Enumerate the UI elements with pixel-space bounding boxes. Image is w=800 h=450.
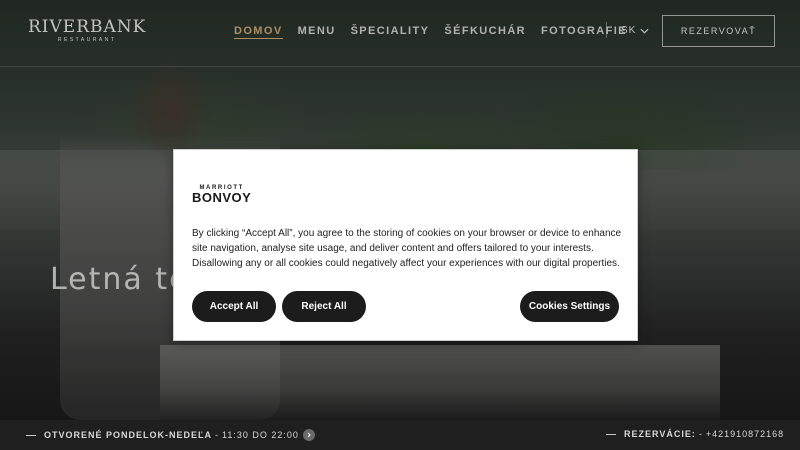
reservation-separator: - xyxy=(698,429,703,439)
marriott-bonvoy-logo: MARRIOTT BONVOY xyxy=(192,185,251,205)
hours-separator: - xyxy=(215,430,220,440)
reservation-contact: REZERVÁCIE: - +421910872168 xyxy=(606,429,784,439)
hours-label: OTVORENÉ PONDELOK-NEDEĽA xyxy=(44,430,213,440)
reservation-label: REZERVÁCIE: xyxy=(624,429,696,439)
footer-bar: OTVORENÉ PONDELOK-NEDEĽA - 11:30 DO 22:0… xyxy=(0,420,800,450)
cookies-settings-button[interactable]: Cookies Settings xyxy=(520,291,619,322)
consent-text: By clicking “Accept All”, you agree to t… xyxy=(192,228,622,269)
arrow-right-icon[interactable] xyxy=(302,429,315,441)
reject-all-button[interactable]: Reject All xyxy=(282,291,366,322)
cookie-consent-dialog: MARRIOTT BONVOY By clicking “Accept All”… xyxy=(173,149,638,341)
dash-icon xyxy=(606,433,616,435)
accept-all-button[interactable]: Accept All xyxy=(192,291,276,322)
opening-hours: OTVORENÉ PONDELOK-NEDEĽA - 11:30 DO 22:0… xyxy=(26,429,315,441)
hours-value: 11:30 DO 22:00 xyxy=(222,430,299,440)
brand-main: BONVOY xyxy=(192,190,252,205)
dash-icon xyxy=(26,434,36,436)
reservation-phone[interactable]: +421910872168 xyxy=(706,429,784,439)
